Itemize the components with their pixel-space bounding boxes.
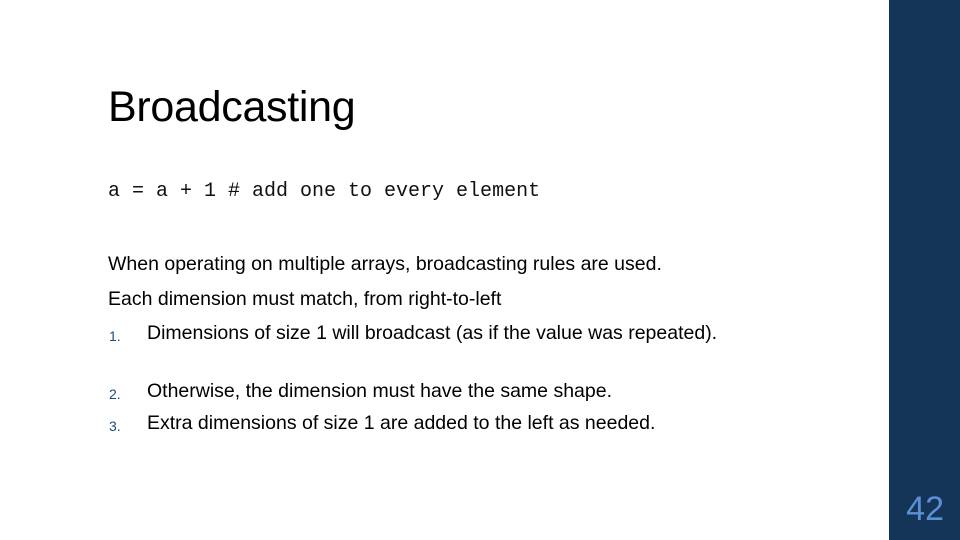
paragraph-broadcasting-rules: When operating on multiple arrays, broad… <box>108 253 662 275</box>
side-accent-bar: 42 <box>889 0 960 540</box>
list-number: 1. <box>109 328 121 344</box>
code-line: a = a + 1 # add one to every element <box>108 180 541 203</box>
list-number: 3. <box>109 418 121 434</box>
list-text: Dimensions of size 1 will broadcast (as … <box>147 322 718 344</box>
list-number: 2. <box>109 386 121 402</box>
list-text: Otherwise, the dimension must have the s… <box>147 380 612 402</box>
list-item: 3. Extra dimensions of size 1 are added … <box>108 412 808 434</box>
list-item: 1. Dimensions of size 1 will broadcast (… <box>108 322 808 382</box>
list-item: 2. Otherwise, the dimension must have th… <box>108 380 808 414</box>
slide-number: 42 <box>906 490 944 528</box>
list-text: Extra dimensions of size 1 are added to … <box>147 412 656 434</box>
rules-list: 1. Dimensions of size 1 will broadcast (… <box>108 322 808 434</box>
paragraph-dimension-match: Each dimension must match, from right-to… <box>108 288 502 310</box>
slide-title: Broadcasting <box>108 83 356 131</box>
